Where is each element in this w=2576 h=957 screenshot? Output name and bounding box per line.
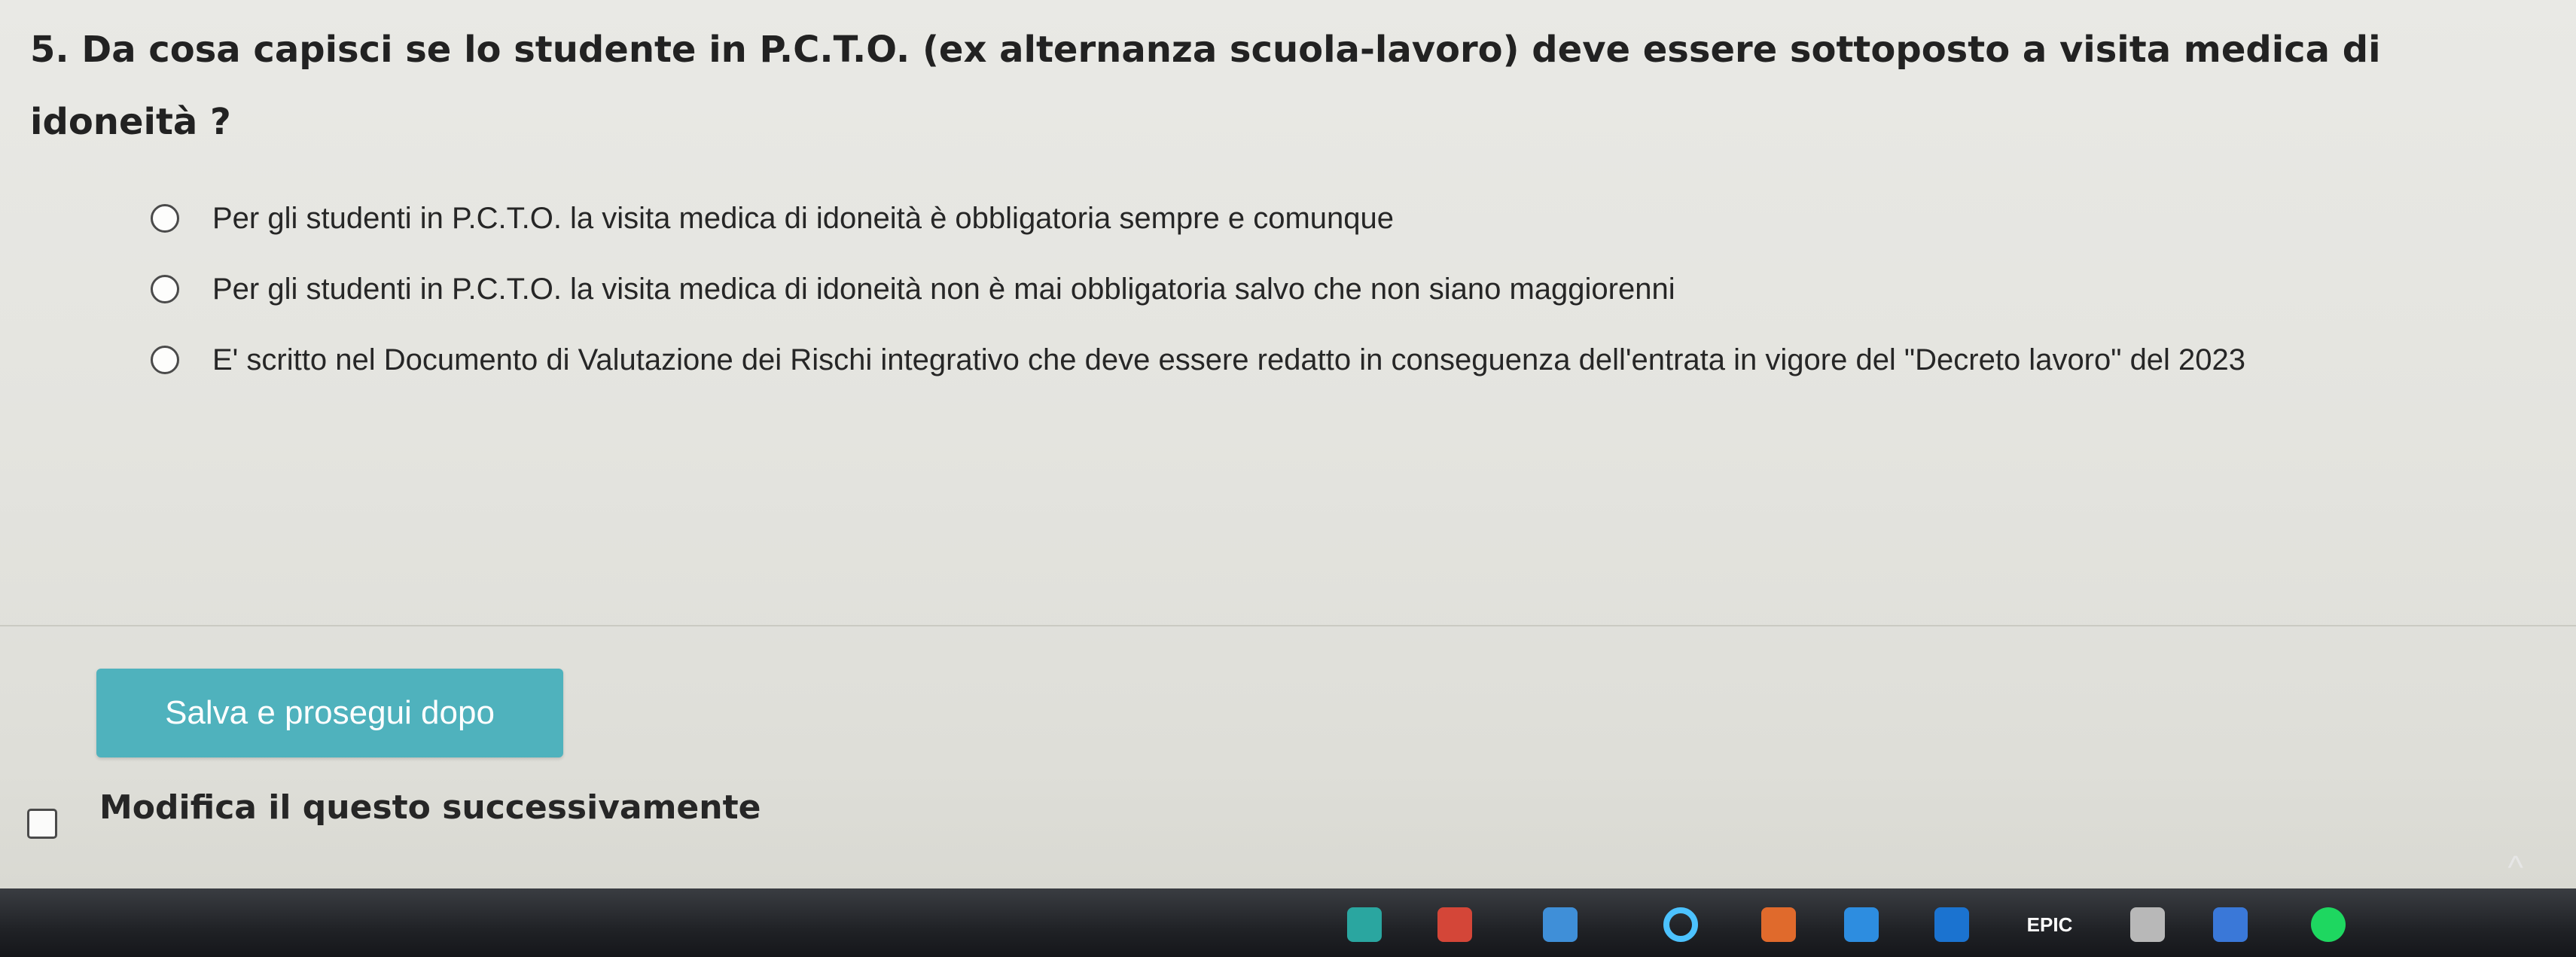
- question-text: 5. Da cosa capisci se lo studente in P.C…: [30, 29, 2381, 143]
- edit-later-checkbox[interactable]: [27, 809, 57, 839]
- answer-option-label: Per gli studenti in P.C.T.O. la visita m…: [212, 201, 1395, 235]
- gmail-icon[interactable]: [1431, 901, 1479, 949]
- office-icon[interactable]: [1754, 901, 1803, 949]
- edit-later-row[interactable]: Modifica il questo successivamente: [27, 776, 761, 839]
- radio-button[interactable]: [151, 275, 179, 303]
- answer-option-2[interactable]: Per gli studenti in P.C.T.O. la visita m…: [151, 267, 2245, 312]
- edit-later-label: Modifica il questo successivamente: [99, 788, 761, 827]
- answer-options: Per gli studenti in P.C.T.O. la visita m…: [151, 196, 2245, 408]
- cortana-icon[interactable]: [1657, 901, 1705, 949]
- store-icon[interactable]: [1536, 901, 1584, 949]
- radio-button[interactable]: [151, 346, 179, 374]
- taskbar: [0, 888, 2576, 957]
- spotify-icon[interactable]: [2304, 901, 2352, 949]
- answer-option-3[interactable]: E' scritto nel Documento di Valutazione …: [151, 337, 2245, 382]
- rocket-league-icon[interactable]: [2206, 901, 2254, 949]
- radio-button[interactable]: [151, 204, 179, 233]
- chevron-up-icon[interactable]: ^: [2507, 849, 2523, 887]
- save-continue-button[interactable]: Salva e prosegui dopo: [96, 669, 563, 757]
- epic-games-icon[interactable]: EPIC: [2026, 901, 2074, 949]
- outlook-icon[interactable]: [1928, 901, 1976, 949]
- answer-option-label: E' scritto nel Documento di Valutazione …: [212, 343, 2246, 376]
- section-divider: [0, 625, 2576, 626]
- controller-icon[interactable]: [2123, 901, 2172, 949]
- edge-icon[interactable]: [1340, 901, 1389, 949]
- answer-option-label: Per gli studenti in P.C.T.O. la visita m…: [212, 272, 1675, 306]
- maps-icon[interactable]: [1837, 901, 1886, 949]
- answer-option-1[interactable]: Per gli studenti in P.C.T.O. la visita m…: [151, 196, 2245, 241]
